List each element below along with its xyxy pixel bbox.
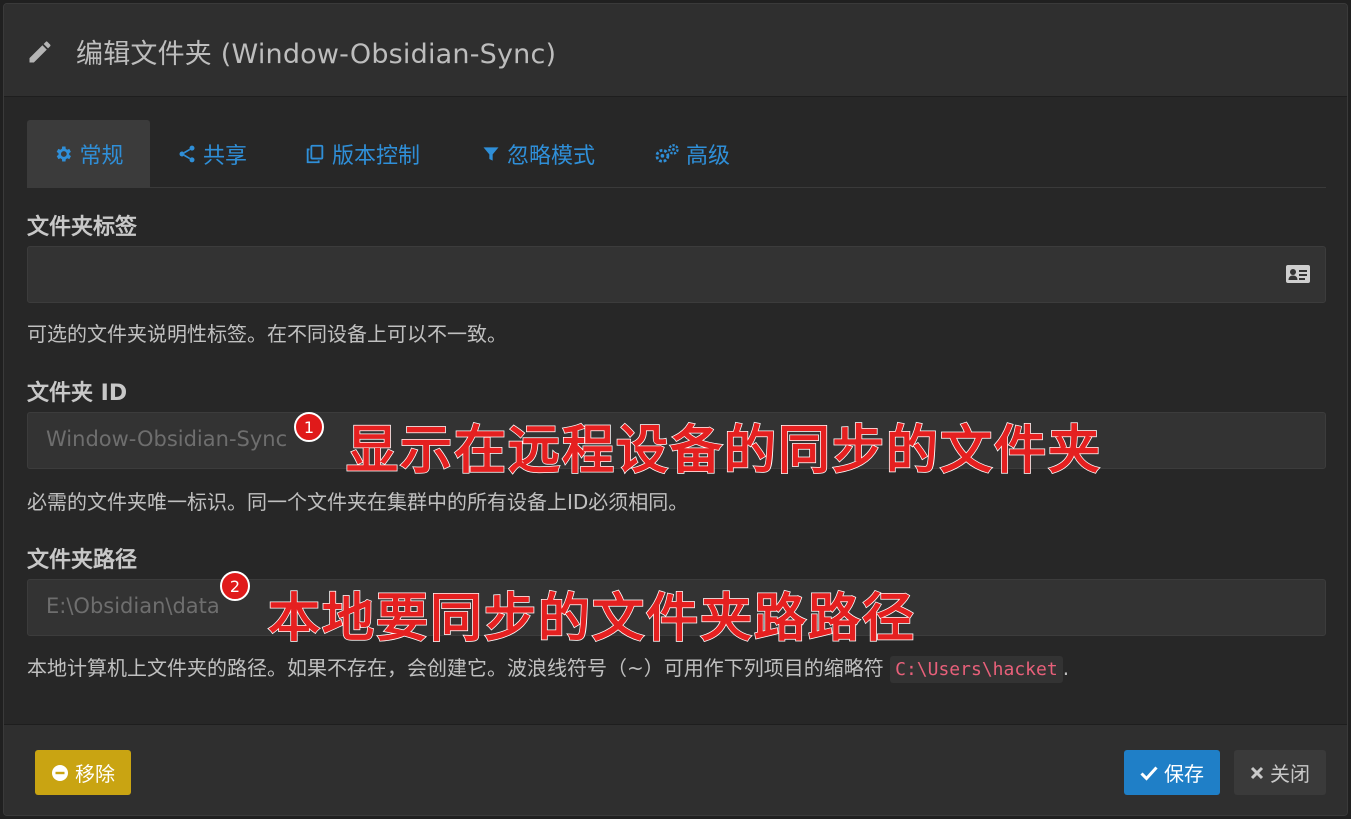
folder-path-help-text: 本地计算机上文件夹的路径。如果不存在，会创建它。波浪线符号（~）可用作下列项目的… xyxy=(27,656,884,680)
tab-versioning-label: 版本控制 xyxy=(332,144,421,169)
folder-path-value: E:\Obsidian\data xyxy=(46,594,220,618)
folder-path-heading: 文件夹路径 xyxy=(27,548,138,573)
share-icon xyxy=(179,145,195,163)
folder-label-heading: 文件夹标签 xyxy=(27,215,138,240)
tab-versioning[interactable]: 版本控制 xyxy=(304,120,420,188)
tab-advanced[interactable]: 高级 xyxy=(654,120,730,188)
tab-advanced-label: 高级 xyxy=(686,144,731,169)
check-icon xyxy=(1140,765,1158,781)
annotation-text-2: 本地要同步的文件夹路路径 xyxy=(267,588,917,650)
annotation-text-1: 显示在远程设备的同步的文件夹 xyxy=(345,420,1103,482)
folder-path-help-suffix: . xyxy=(1062,656,1070,680)
copy-icon xyxy=(306,144,324,164)
pencil-icon xyxy=(29,41,51,63)
dialog-footer: 移除 保存 关闭 xyxy=(4,724,1347,815)
home-path-code: C:\Users\hacket xyxy=(890,656,1063,683)
id-card-icon xyxy=(1286,265,1310,283)
tab-sharing[interactable]: 共享 xyxy=(177,120,247,188)
gear-icon xyxy=(57,146,72,162)
folder-path-help: 本地计算机上文件夹的路径。如果不存在，会创建它。波浪线符号（~）可用作下列项目的… xyxy=(27,652,1070,683)
tab-general[interactable]: 常规 xyxy=(27,120,150,188)
tab-general-label: 常规 xyxy=(79,144,124,169)
edit-folder-dialog: 编辑文件夹 (Window-Obsidian-Sync) 常规 共享 版本控制 … xyxy=(3,3,1348,816)
tab-bar: 常规 共享 版本控制 忽略模式 高级 xyxy=(27,120,1326,188)
save-button[interactable]: 保存 xyxy=(1124,750,1220,795)
save-button-label: 保存 xyxy=(1164,762,1204,786)
folder-id-help: 必需的文件夹唯一标识。同一个文件夹在集群中的所有设备上ID必须相同。 xyxy=(27,490,689,514)
annotation-badge-1: 1 xyxy=(294,412,324,442)
folder-label-help: 可选的文件夹说明性标签。在不同设备上可以不一致。 xyxy=(27,322,507,346)
cogs-icon xyxy=(655,144,679,163)
filter-icon xyxy=(483,147,499,161)
remove-button[interactable]: 移除 xyxy=(35,750,131,795)
minus-circle-icon xyxy=(52,764,68,781)
dialog-title: 编辑文件夹 (Window-Obsidian-Sync) xyxy=(76,39,557,70)
close-button-label: 关闭 xyxy=(1270,762,1310,786)
dialog-header: 编辑文件夹 (Window-Obsidian-Sync) xyxy=(4,4,1347,97)
tab-ignore-patterns-label: 忽略模式 xyxy=(507,144,596,169)
folder-id-heading: 文件夹 ID xyxy=(27,381,128,406)
annotation-badge-2: 2 xyxy=(220,571,250,601)
folder-label-input[interactable] xyxy=(27,246,1326,303)
tab-sharing-label: 共享 xyxy=(203,144,248,169)
close-button[interactable]: 关闭 xyxy=(1234,750,1326,795)
folder-id-value: Window-Obsidian-Sync xyxy=(46,427,288,451)
remove-button-label: 移除 xyxy=(75,762,115,786)
close-icon xyxy=(1250,766,1264,779)
tab-ignore-patterns[interactable]: 忽略模式 xyxy=(481,120,595,188)
